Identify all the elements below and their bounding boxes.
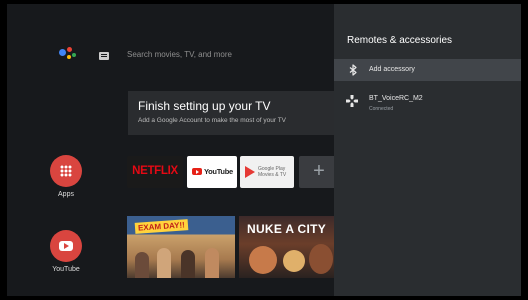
play-triangle-icon: [245, 166, 255, 178]
screen: Search movies, TV, and more Finish setti…: [0, 0, 528, 300]
add-accessory-item[interactable]: Add accessory: [334, 59, 521, 81]
add-app-tile[interactable]: +: [299, 156, 339, 188]
video-thumbnail[interactable]: NUKE A CITY: [239, 216, 339, 278]
person-figure: [135, 252, 149, 278]
bluetooth-icon: [349, 64, 357, 76]
gamepad-icon: [346, 95, 358, 107]
thumbnail-title: NUKE A CITY: [247, 222, 327, 236]
youtube-icon: [59, 241, 73, 251]
youtube-label: YouTube: [52, 266, 80, 273]
google-assistant-icon[interactable]: [57, 46, 77, 64]
youtube-channel-button[interactable]: [50, 230, 82, 262]
person-figure: [157, 248, 171, 278]
thumbnail-title: EXAM DAY!!: [134, 219, 189, 234]
setup-card-subtitle: Add a Google Account to make the most of…: [138, 117, 287, 124]
thumbnail-figure: [249, 246, 277, 274]
setup-card[interactable]: Finish setting up your TV Add a Google A…: [128, 91, 338, 135]
netflix-logo: NETFLIX: [132, 165, 178, 177]
setup-card-title: Finish setting up your TV: [138, 99, 271, 113]
youtube-play-icon: [192, 168, 202, 175]
keyboard-icon[interactable]: [99, 52, 109, 60]
netflix-tile[interactable]: NETFLIX: [127, 156, 183, 188]
android-tv-home: Search movies, TV, and more Finish setti…: [7, 4, 521, 296]
paired-device-item[interactable]: BT_VoiceRC_M2 Connected: [334, 86, 521, 116]
youtube-logo-text: YouTube: [204, 167, 233, 176]
remotes-accessories-panel: Remotes & accessories Add accessory BT_V…: [334, 4, 521, 296]
google-play-logo-text: Google Play Movies & TV: [258, 166, 287, 178]
device-status: Connected: [369, 106, 394, 112]
thumbnail-figure: [309, 244, 333, 274]
plus-icon: +: [313, 160, 325, 182]
apps-button[interactable]: [50, 155, 82, 187]
youtube-tile[interactable]: YouTube: [187, 156, 237, 188]
apps-grid-icon: [60, 165, 72, 177]
apps-label: Apps: [58, 191, 74, 198]
device-name: BT_VoiceRC_M2: [369, 95, 423, 102]
thumbnail-figure: [283, 250, 305, 272]
video-thumbnail[interactable]: EXAM DAY!!: [127, 216, 235, 278]
person-figure: [181, 250, 195, 278]
panel-title: Remotes & accessories: [347, 35, 453, 46]
add-accessory-label: Add accessory: [369, 66, 415, 73]
person-figure: [205, 248, 219, 278]
google-play-movies-tile[interactable]: Google Play Movies & TV: [240, 156, 294, 188]
search-bar[interactable]: Search movies, TV, and more: [127, 50, 232, 59]
